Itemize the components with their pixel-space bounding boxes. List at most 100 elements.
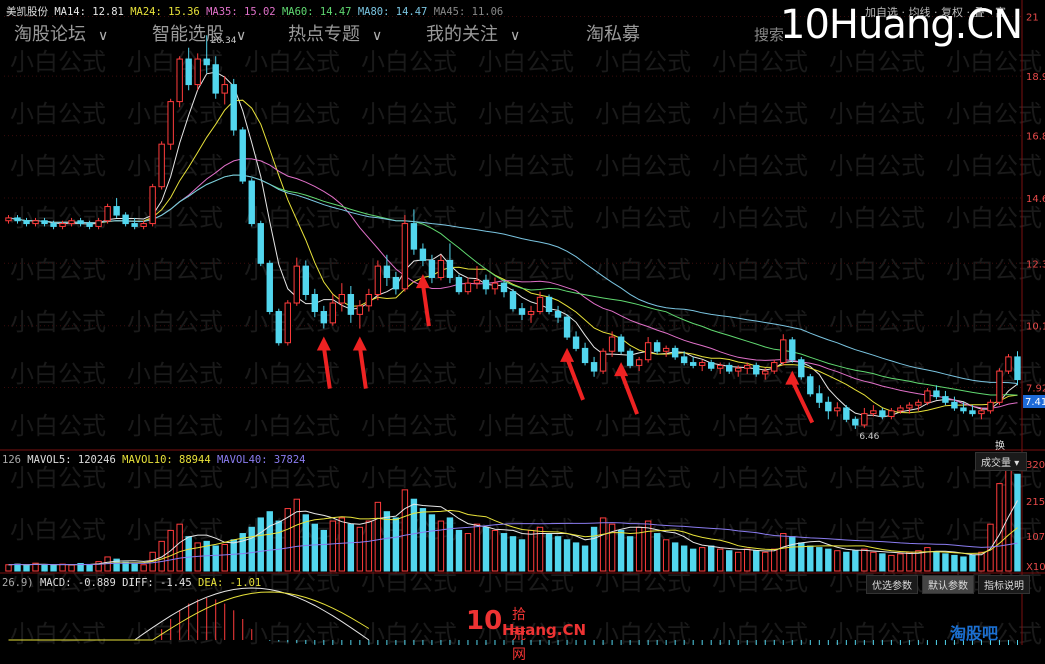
candle-body xyxy=(185,58,192,86)
volume-bar xyxy=(870,551,877,572)
volume-bar xyxy=(329,520,337,572)
turnover-toggle[interactable]: 换 xyxy=(995,437,1005,452)
candle-body xyxy=(590,362,598,372)
price-tick-label: 21 xyxy=(1026,13,1039,24)
watermark-text: 小白公式 xyxy=(127,204,223,232)
candle-body xyxy=(653,342,661,352)
candle-body xyxy=(744,364,751,369)
candle-body xyxy=(554,311,562,318)
volume-bar xyxy=(455,529,463,572)
watermark-text: 小白公式 xyxy=(127,516,223,544)
volume-bar xyxy=(888,554,895,572)
watermark-text: 小白公式 xyxy=(361,204,457,232)
volume-bar xyxy=(473,523,481,572)
candle-body xyxy=(203,58,210,66)
candle-body xyxy=(572,336,580,349)
volume-bar xyxy=(293,498,300,572)
volume-bar xyxy=(23,564,30,572)
candle-body xyxy=(14,217,21,222)
candle-body xyxy=(735,367,742,372)
watermark-text: 小白公式 xyxy=(361,48,457,76)
candle-body xyxy=(879,410,886,417)
watermark-text: 小白公式 xyxy=(595,620,691,645)
candle-body xyxy=(780,339,787,364)
candle-body xyxy=(807,376,814,395)
watermark-text: 小白公式 xyxy=(10,464,106,492)
volume-bar xyxy=(942,553,949,572)
watermark-text: 小白公式 xyxy=(478,412,574,440)
ma60-value: MA60: 14.47 xyxy=(281,6,352,18)
nav-item-private-fund[interactable]: 淘私募 xyxy=(586,20,640,45)
nav-item-hot-topics[interactable]: 热点专题 ∨ xyxy=(288,20,383,45)
watermark-text: 小白公式 xyxy=(127,100,223,128)
volume-bar xyxy=(726,550,733,572)
volume-bar xyxy=(843,551,850,572)
candle-body xyxy=(302,265,309,295)
volume-bar xyxy=(879,553,886,572)
default-params-button[interactable]: 默认参数 xyxy=(922,575,974,594)
watermark-text: 小白公式 xyxy=(595,152,691,180)
ma14-value: MA14: 12.81 xyxy=(54,6,124,18)
watermark-text: 小白公式 xyxy=(712,256,808,284)
candle-body xyxy=(329,302,337,324)
watermark-text: 小白公式 xyxy=(10,100,106,128)
nav-item-following[interactable]: 我的关注 ∨ xyxy=(426,20,520,45)
candle-body xyxy=(140,223,147,227)
candle-body xyxy=(762,370,769,375)
candle-body xyxy=(617,336,625,352)
watermark-text: 小白公式 xyxy=(361,412,457,440)
nav-label: 淘股论坛 xyxy=(14,24,86,45)
candle-body xyxy=(86,223,93,227)
chevron-down-icon: ∨ xyxy=(372,28,383,44)
volume-indicator-select[interactable]: 成交量 ▾ xyxy=(975,452,1027,471)
candle-body xyxy=(158,143,165,188)
volume-bar xyxy=(482,526,490,572)
optional-params-button[interactable]: 优选参数 xyxy=(866,575,918,594)
watermark-text: 小白公式 xyxy=(244,412,340,440)
volume-bar xyxy=(735,551,742,572)
nav-label: 智能选股 xyxy=(152,24,224,45)
watermark-text: 小白公式 xyxy=(946,412,1042,440)
candle-body xyxy=(419,248,427,261)
ma45-value: MA45: 11.06 xyxy=(433,6,504,18)
watermark-text: 小白公式 xyxy=(127,412,223,440)
watermark-text: 小白公式 xyxy=(361,620,457,645)
candle-body xyxy=(662,347,670,352)
watermark-text: 小白公式 xyxy=(361,308,457,336)
volume-tick-label: 320 xyxy=(1026,460,1045,471)
candle-body xyxy=(149,186,156,225)
volume-bar xyxy=(653,533,661,572)
nav-item-stock-picker[interactable]: 智能选股 ∨ xyxy=(152,20,246,45)
price-tick-label: 10.1 xyxy=(1026,322,1045,333)
indicator-help-button[interactable]: 指标说明 xyxy=(978,575,1030,594)
candle-body xyxy=(689,362,697,366)
volume-bar xyxy=(374,501,382,572)
volume-bar xyxy=(617,529,625,572)
watermark-text: 小白公式 xyxy=(244,464,340,492)
volume-bar xyxy=(311,523,319,572)
volume-bar xyxy=(933,551,940,572)
candle-body xyxy=(455,276,463,293)
candle-body xyxy=(545,296,553,313)
candle-body xyxy=(374,265,382,295)
ma80-value: MA80: 14.47 xyxy=(357,6,428,18)
candle-body xyxy=(248,180,255,225)
watermark-text: 小白公式 xyxy=(10,360,106,388)
volume-bar xyxy=(599,517,607,572)
nav-item-forum[interactable]: 淘股论坛 ∨ xyxy=(14,20,108,45)
volume-bar xyxy=(563,539,571,572)
candle-body xyxy=(852,418,859,426)
candle-body xyxy=(383,265,391,278)
search-link[interactable]: 搜索 xyxy=(754,24,784,45)
volume-bar xyxy=(140,564,147,572)
watermark-text: 小白公式 xyxy=(10,516,106,544)
candle-body xyxy=(581,347,589,364)
watermark-text: 小白公式 xyxy=(946,204,1042,232)
candle-body xyxy=(446,259,454,278)
nav-label: 我的关注 xyxy=(426,24,498,45)
candle-body xyxy=(897,407,904,412)
watermark-text: 小白公式 xyxy=(478,48,574,76)
candle-body xyxy=(888,410,895,417)
watermark-text: 小白公式 xyxy=(361,464,457,492)
watermark-text: 小白公式 xyxy=(595,464,691,492)
